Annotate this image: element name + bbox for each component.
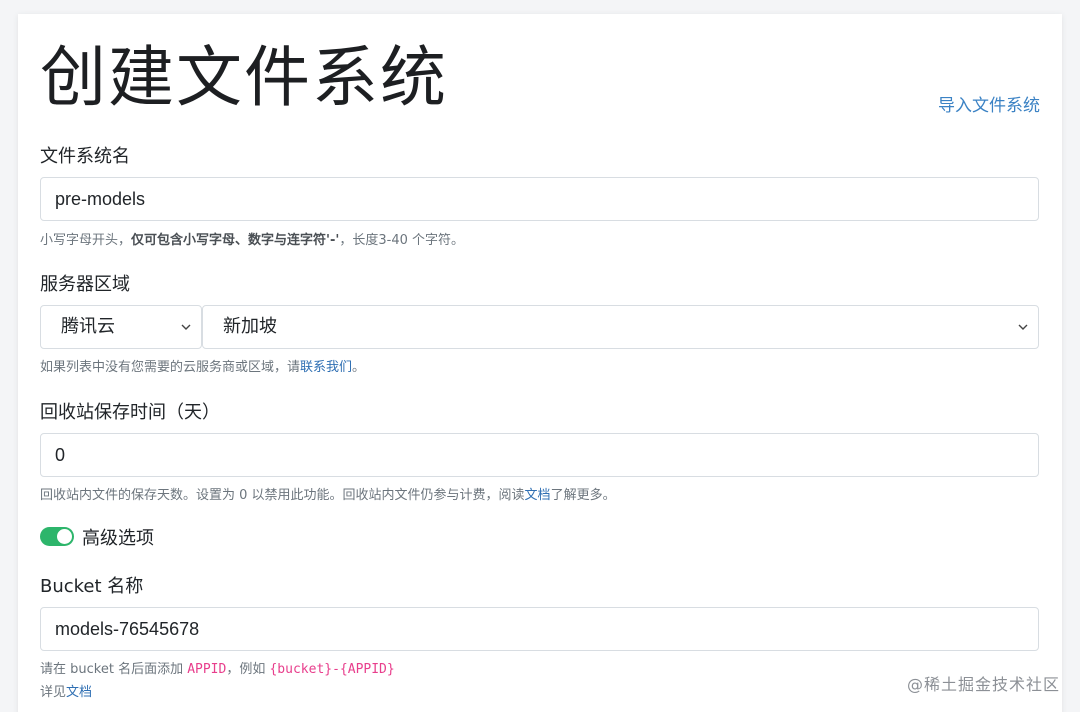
provider-select[interactable]: 腾讯云 [40,305,202,349]
fs-name-label: 文件系统名 [40,146,130,167]
fs-name-help: 小写字母开头，仅可包含小写字母、数字与连字符'-'，长度3-40 个字符。 [40,233,465,248]
trash-days-input[interactable]: 0 [40,433,1039,477]
bucket-docs-help: 详见文档 [40,685,93,700]
trash-days-label: 回收站保存时间（天） [40,402,220,423]
bucket-name-input[interactable]: models-76545678 [40,607,1039,651]
provider-select-value: 腾讯云 [61,316,115,337]
advanced-options-label: 高级选项 [82,528,154,549]
contact-us-link[interactable]: 联系我们 [300,360,352,375]
bucket-name-label: Bucket 名称 [40,576,144,597]
toggle-knob [57,529,72,544]
advanced-options-toggle[interactable] [40,527,74,546]
region-label: 服务器区域 [40,274,130,295]
trash-days-help: 回收站内文件的保存天数。设置为 0 以禁用此功能。回收站内文件仍参与计费，阅读文… [40,488,616,503]
fs-name-input[interactable]: pre-models [40,177,1039,221]
import-filesystem-link[interactable]: 导入文件系统 [938,91,1040,116]
docs-link[interactable]: 文档 [525,488,551,503]
location-select[interactable]: 新加坡 [202,305,1039,349]
watermark: @稀土掘金技术社区 [906,675,1060,694]
region-help: 如果列表中没有您需要的云服务商或区域，请联系我们。 [40,360,366,375]
chevron-down-icon [181,324,191,330]
bucket-docs-link[interactable]: 文档 [66,685,92,700]
page-title: 创建文件系统 [40,39,448,116]
bucket-name-help: 请在 bucket 名后面添加 APPID，例如 {bucket}-{APPID… [40,662,395,677]
chevron-down-icon [1018,324,1028,330]
location-select-value: 新加坡 [223,316,277,337]
